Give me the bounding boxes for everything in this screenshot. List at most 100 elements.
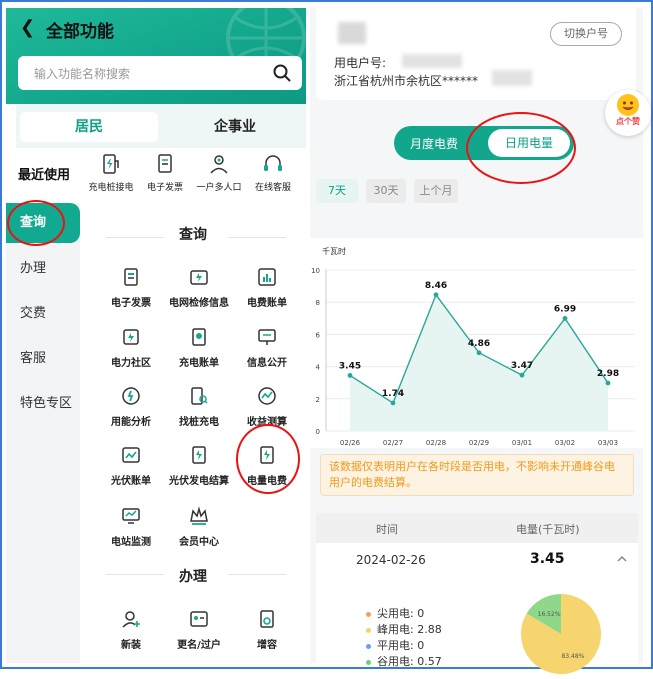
func-label: 更名/过户 xyxy=(177,640,221,651)
x-tick-label: 03/01 xyxy=(512,439,532,447)
func-charge-bill[interactable]: 充电账单 xyxy=(164,326,234,369)
legend-value: 0 xyxy=(417,639,425,652)
legend-dot xyxy=(366,627,371,633)
legend-value: 2.88 xyxy=(417,623,442,636)
range-last-month[interactable]: 上个月 xyxy=(414,179,458,203)
data-label: 8.46 xyxy=(425,281,447,291)
tab-enterprise[interactable]: 企事业 xyxy=(166,112,304,142)
chevron-up-icon[interactable] xyxy=(616,553,628,565)
func-new-install[interactable]: 新装 xyxy=(96,608,166,651)
func-label: 光伏发电结算 xyxy=(169,476,229,487)
func-grid-maintenance[interactable]: 电网检修信息 xyxy=(164,266,234,309)
legend-value: 0.57 xyxy=(417,655,442,668)
func-transfer[interactable]: 更名/过户 xyxy=(164,608,234,651)
func-label: 会员中心 xyxy=(179,537,219,548)
function-search-input[interactable]: 输入功能名称搜索 xyxy=(18,56,302,90)
func-profit-calc[interactable]: 收益测算 xyxy=(232,385,302,428)
table-row[interactable]: 2024-02-26 3.45 尖用电: 0 峰用电: 2.88 平用电: 0 … xyxy=(316,543,638,674)
func-solar-settlement[interactable]: 光伏发电结算 xyxy=(164,444,234,487)
col-time: 时间 xyxy=(376,523,398,536)
func-station-monitor[interactable]: 电站监测 xyxy=(96,505,166,548)
y-tick-label: 0 xyxy=(316,428,320,436)
data-point xyxy=(519,372,525,378)
legend-value: 0 xyxy=(417,607,425,620)
like-badge[interactable]: 点个赞 xyxy=(605,90,651,136)
calculator-icon xyxy=(258,387,276,405)
legend-label: 平用电: xyxy=(377,639,414,652)
data-point xyxy=(433,292,439,298)
func-label: 电力社区 xyxy=(111,358,151,369)
switch-account-button[interactable]: 切换户号 xyxy=(550,22,622,46)
legend-dot xyxy=(366,611,371,617)
recent-item-label: 充电桩接电 xyxy=(88,183,134,193)
data-point xyxy=(347,373,353,378)
data-label: 1.74 xyxy=(382,389,404,399)
func-info-public[interactable]: 信息公开 xyxy=(232,326,302,369)
panel-header: ❮ 全部功能 输入功能名称搜索 xyxy=(6,8,306,104)
pie-slice-label: 83.48% xyxy=(561,653,584,660)
tab-resident[interactable]: 居民 xyxy=(20,112,158,142)
account-card: 切换户号 用电户号: 浙江省杭州市余杭区****** xyxy=(316,8,636,100)
recent-item-service[interactable]: 在线客服 xyxy=(248,152,298,193)
recent-item-invoice[interactable]: 电子发票 xyxy=(140,152,190,193)
search-icon[interactable] xyxy=(272,63,292,83)
info-board-icon xyxy=(258,329,276,345)
x-tick-label: 03/03 xyxy=(598,439,618,447)
x-tick-label: 02/27 xyxy=(383,439,403,447)
func-solar-bill[interactable]: 光伏账单 xyxy=(96,444,166,487)
users-icon xyxy=(210,155,228,174)
sidebar-item-service[interactable]: 客服 xyxy=(6,339,80,379)
find-charger-icon xyxy=(191,387,208,405)
community-icon xyxy=(123,329,139,345)
sidebar-item-payment[interactable]: 交费 xyxy=(6,294,80,334)
highlight-circle xyxy=(7,200,65,246)
account-address: 浙江省杭州市余杭区****** xyxy=(334,74,479,88)
func-label: 电网检修信息 xyxy=(169,298,229,309)
divider xyxy=(228,237,286,238)
func-member-center[interactable]: 会员中心 xyxy=(164,505,234,548)
func-find-charger[interactable]: 找桩充电 xyxy=(164,385,234,428)
recent-item-label: 在线客服 xyxy=(254,183,291,193)
headset-icon xyxy=(264,155,282,171)
range-30-days[interactable]: 30天 xyxy=(366,179,406,203)
new-install-icon xyxy=(122,611,140,628)
func-energy-analysis[interactable]: 用能分析 xyxy=(96,385,166,428)
monitor-icon xyxy=(122,508,140,524)
func-community[interactable]: 电力社区 xyxy=(96,326,166,369)
sidebar-item-special[interactable]: 特色专区 xyxy=(6,384,80,424)
func-capacity[interactable]: 增容 xyxy=(232,608,302,651)
range-7-days[interactable]: 7天 xyxy=(316,179,358,203)
daily-usage-chart: 千瓦时 0 2 4 6 8 10 3.45 02/26 1.74 02/27 8.46 02/28 4.… xyxy=(310,238,643,448)
like-badge-label: 点个赞 xyxy=(616,117,640,126)
data-point xyxy=(562,316,568,321)
charger-icon xyxy=(103,154,119,174)
masked-account-number xyxy=(402,54,462,68)
monthly-fee-toggle[interactable]: 月度电费 xyxy=(410,135,458,152)
recent-used-list: 充电桩接电 电子发票 一户多人口 在线客服 xyxy=(86,152,306,202)
recent-item-multi-user[interactable]: 一户多人口 xyxy=(194,152,244,193)
search-placeholder: 输入功能名称搜索 xyxy=(34,67,131,81)
y-tick-label: 2 xyxy=(316,396,320,404)
highlight-circle xyxy=(466,112,576,184)
func-label: 新装 xyxy=(121,640,141,651)
legend-label: 尖用电: xyxy=(377,607,414,620)
grid-maintenance-icon xyxy=(190,270,208,285)
solar-bill-icon xyxy=(122,447,140,463)
func-e-invoice[interactable]: 电子发票 xyxy=(96,266,166,309)
energy-analysis-icon xyxy=(122,387,140,405)
sidebar-item-handle[interactable]: 办理 xyxy=(6,249,80,289)
back-chevron-icon[interactable]: ❮ xyxy=(20,18,40,38)
divider xyxy=(228,574,286,575)
power-usage-panel: 切换户号 用电户号: 浙江省杭州市余杭区****** 点个赞 月度电费 日用电量… xyxy=(310,8,651,674)
legend-dot xyxy=(366,643,371,649)
page-title: 全部功能 xyxy=(46,22,114,42)
func-bill[interactable]: 电费账单 xyxy=(232,266,302,309)
y-tick-label: 4 xyxy=(316,364,321,372)
smile-face-icon xyxy=(617,94,639,116)
legend-dot xyxy=(366,659,371,665)
func-label: 信息公开 xyxy=(247,358,287,369)
data-point xyxy=(390,400,396,406)
recent-used-label: 最近使用 xyxy=(18,168,71,183)
recent-item-charger[interactable]: 充电桩接电 xyxy=(86,152,136,193)
usage-table-header: 时间 电量(千瓦时) xyxy=(316,513,638,543)
